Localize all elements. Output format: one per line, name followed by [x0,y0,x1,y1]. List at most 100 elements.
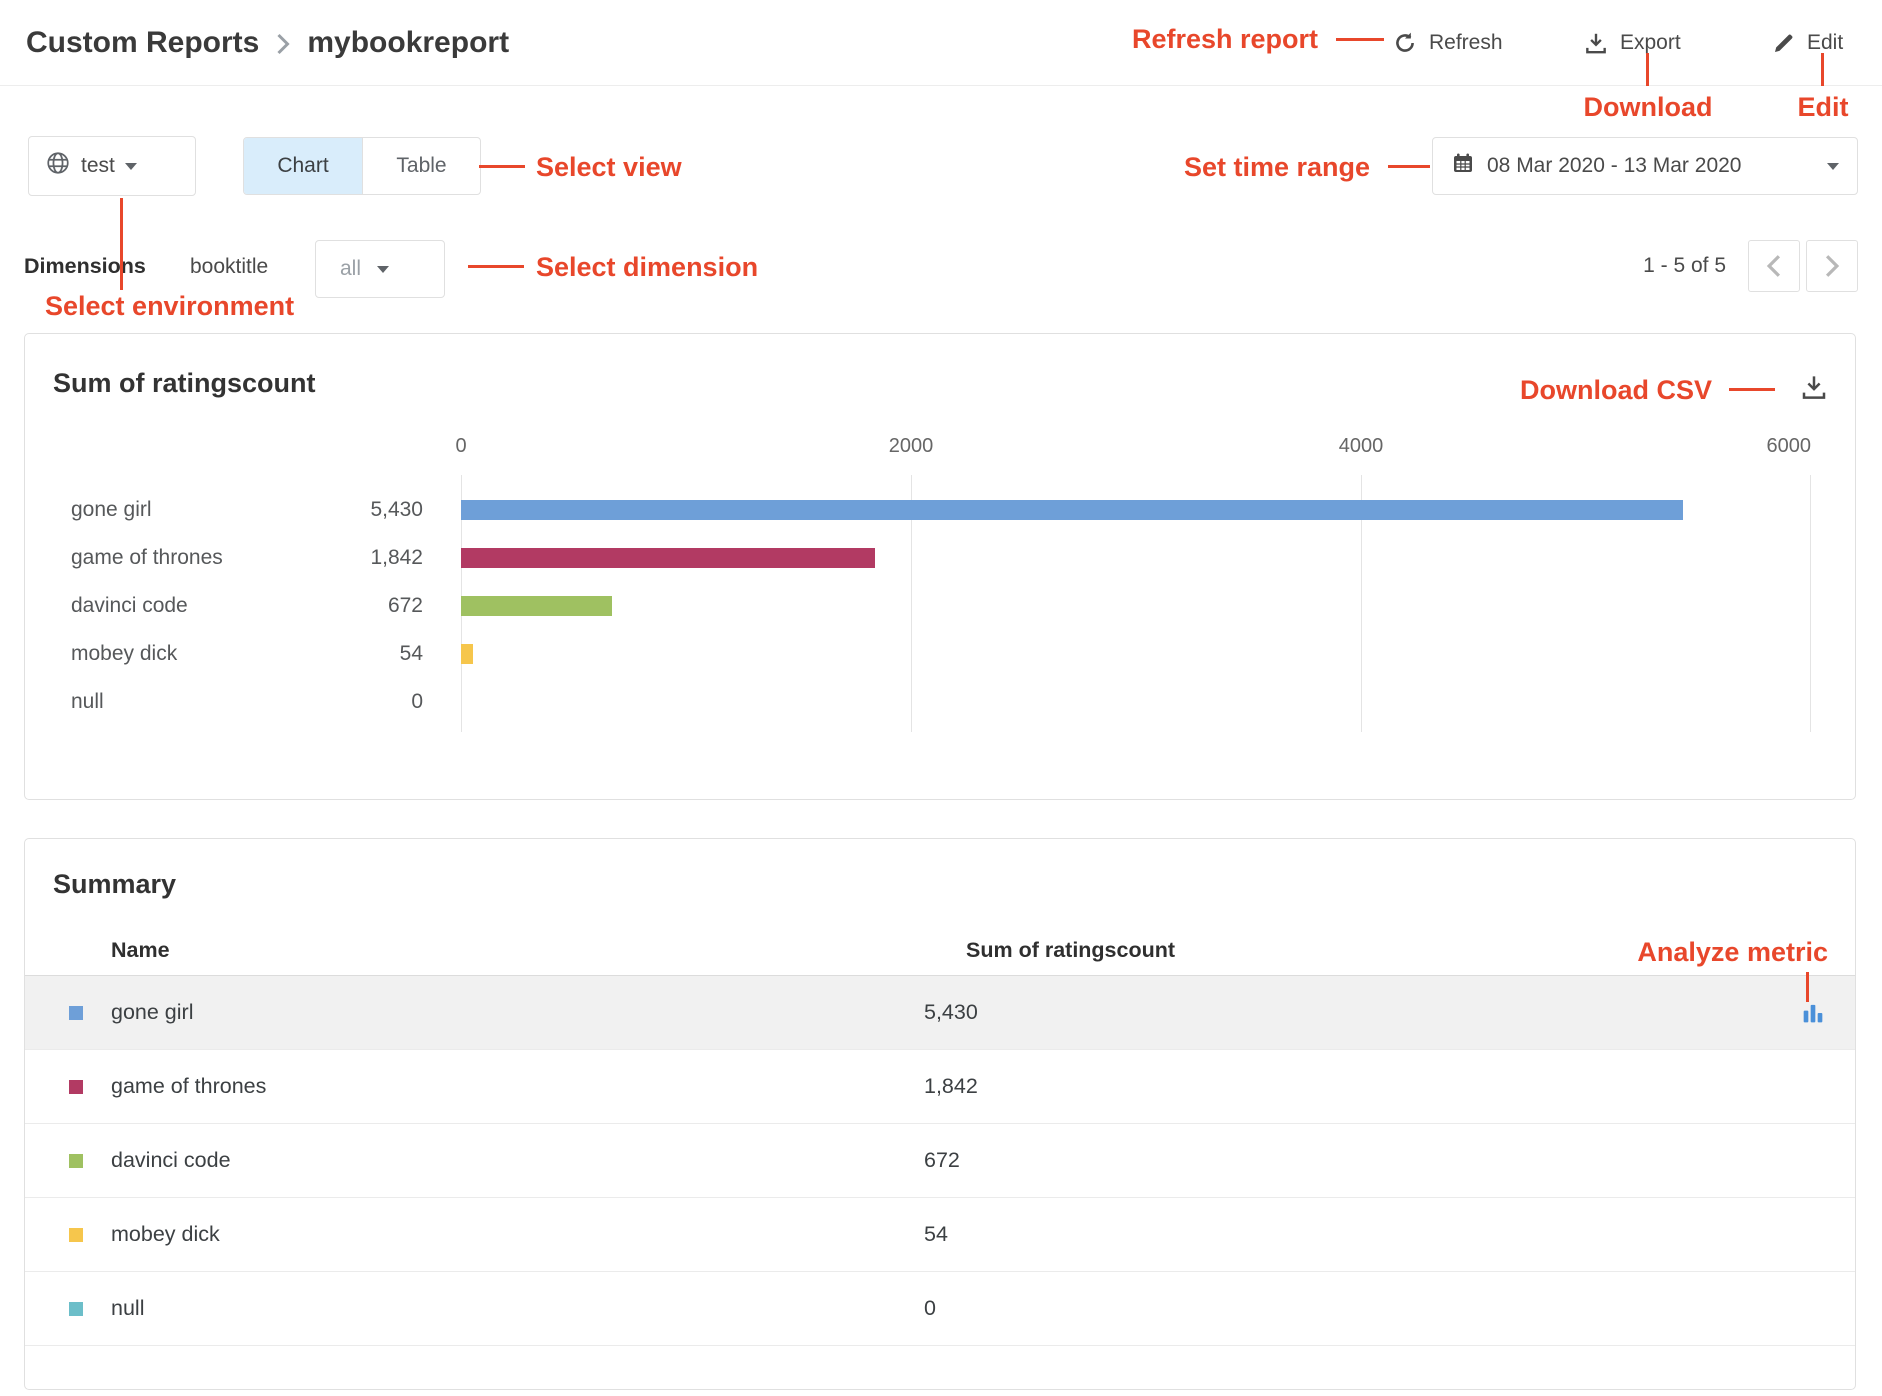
pagination-range: 1 - 5 of 5 [1643,254,1726,278]
dimension-name: booktitle [190,255,268,279]
download-csv-button[interactable] [1799,372,1829,407]
analyze-metric-icon[interactable] [1799,999,1827,1027]
row-name: mobey dick [111,1222,924,1247]
breadcrumb-custom-reports-link[interactable]: Custom Reports [26,26,259,60]
chart-bar [461,644,473,664]
edit-button[interactable]: Edit [1772,0,1843,86]
breadcrumb-report-name: mybookreport [307,26,509,60]
chart-category-label: mobey dick [53,642,303,666]
pagination-prev-button[interactable] [1748,240,1800,292]
annotation-select-environment: Select environment [45,291,294,322]
tab-chart[interactable]: Chart [244,138,362,194]
annotation-edit: Edit [1798,92,1849,123]
row-value: 54 [924,1222,1827,1247]
chart-bar [461,548,875,568]
chevron-right-icon [1823,253,1841,279]
dimension-value: all [340,257,361,281]
table-row: mobey dick 54 [25,1198,1855,1272]
globe-icon [45,150,71,182]
chart-value-label: 672 [303,594,461,618]
annotation-analyze-metric: Analyze metric [1637,937,1828,968]
row-name: davinci code [111,1148,924,1173]
x-tick-label: 2000 [889,435,934,458]
chart-value-label: 1,842 [303,546,461,570]
row-name: gone girl [111,1000,924,1025]
custom-report-page: Custom Reports mybookreport Refresh Expo… [0,0,1882,1396]
row-name: game of thrones [111,1074,924,1099]
chart-bar-track [461,644,1811,664]
refresh-label: Refresh [1429,31,1503,55]
x-tick-label: 4000 [1339,435,1384,458]
annotation-line-select-view [479,165,525,168]
series-color-marker [69,1080,83,1094]
chart-bar-track [461,548,1811,568]
chart-row: null 0 [53,678,1811,726]
annotation-select-dimension: Select dimension [536,252,758,283]
annotation-line-select-environment [120,198,123,290]
refresh-icon [1392,30,1418,56]
series-color-marker [69,1006,83,1020]
dimensions-label: Dimensions [24,254,146,279]
chart-category-label: game of thrones [53,546,303,570]
chevron-right-icon [275,32,291,56]
environment-value: test [81,154,115,178]
annotation-refresh-report: Refresh report [1132,24,1318,55]
bar-chart: 0 2000 4000 6000 gone girl 5,430 game of… [53,433,1827,732]
calendar-icon [1451,151,1475,181]
summary-title: Summary [53,869,1855,900]
annotation-download: Download [1584,92,1713,123]
annotation-download-csv: Download CSV [1520,375,1712,406]
row-value: 0 [924,1296,1827,1321]
chevron-down-icon [125,163,137,170]
annotation-set-time-range: Set time range [1184,152,1370,183]
date-range-picker[interactable]: 08 Mar 2020 - 13 Mar 2020 [1432,137,1858,195]
chart-x-axis: 0 2000 4000 6000 [53,433,1811,459]
x-tick-label: 6000 [1767,435,1812,458]
date-range-value: 08 Mar 2020 - 13 Mar 2020 [1487,154,1741,178]
pagination: 1 - 5 of 5 [1643,240,1858,292]
tab-table[interactable]: Table [362,138,480,194]
dimension-value-dropdown[interactable]: all [315,240,445,298]
environment-selector[interactable]: test [28,136,196,196]
chevron-down-icon [1827,163,1839,170]
row-value: 672 [924,1148,1827,1173]
chevron-left-icon [1765,253,1783,279]
chart-category-label: davinci code [53,594,303,618]
annotation-line-download [1646,53,1649,86]
column-header-name: Name [111,938,966,963]
refresh-button[interactable]: Refresh [1392,0,1503,86]
chart-value-label: 54 [303,642,461,666]
edit-label: Edit [1807,31,1843,55]
chevron-down-icon [377,266,389,273]
chart-row: mobey dick 54 [53,630,1811,678]
summary-card: Summary Name Sum of ratingscount gone gi… [24,838,1856,1390]
chart-category-label: null [53,690,303,714]
download-icon [1799,372,1829,402]
chart-value-label: 0 [303,690,461,714]
annotation-line-analyze-metric [1806,972,1809,1002]
x-tick-label: 0 [455,435,466,458]
chart-bar [461,596,612,616]
pagination-next-button[interactable] [1806,240,1858,292]
table-row: null 0 [25,1272,1855,1346]
annotation-line-download-csv [1729,388,1775,391]
annotation-select-view: Select view [536,152,682,183]
export-label: Export [1620,31,1681,55]
export-button[interactable]: Export [1583,0,1681,86]
annotation-line-set-time-range [1388,165,1430,168]
chart-row: gone girl 5,430 [53,486,1811,534]
table-row: gone girl 5,430 [25,976,1855,1050]
series-color-marker [69,1302,83,1316]
column-header-value: Sum of ratingscount [966,938,1175,963]
table-header: Name Sum of ratingscount [25,926,1855,976]
table-row: davinci code 672 [25,1124,1855,1198]
row-value: 5,430 [924,1000,1799,1025]
view-toggle: Chart Table [243,137,481,195]
row-value: 1,842 [924,1074,1827,1099]
pencil-icon [1772,31,1796,55]
row-name: null [111,1296,924,1321]
chart-category-label: gone girl [53,498,303,522]
series-color-marker [69,1228,83,1242]
chart-row: game of thrones 1,842 [53,534,1811,582]
chart-bar [461,500,1683,520]
